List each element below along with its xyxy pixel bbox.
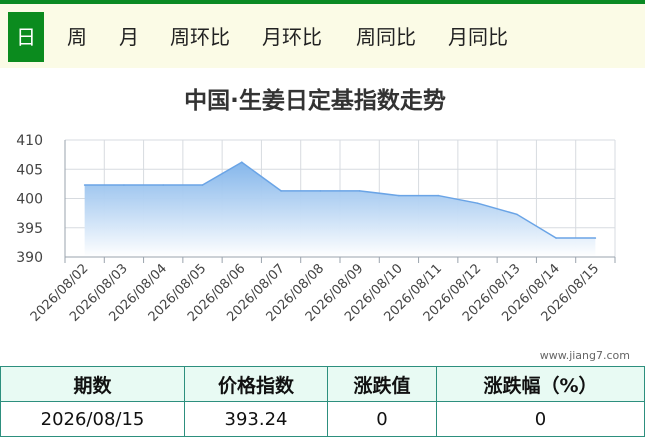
header-price-index: 价格指数 <box>184 366 328 402</box>
cell-change-percent: 0 <box>436 401 645 437</box>
cell-change-value: 0 <box>327 401 437 437</box>
data-point <box>240 161 243 164</box>
data-point <box>319 190 322 192</box>
summary-table: 期数 价格指数 涨跌值 涨跌幅（%） 2026/08/15 393.24 0 0 <box>0 366 645 437</box>
cell-period: 2026/08/15 <box>0 401 185 437</box>
data-point <box>515 213 518 216</box>
data-point <box>437 194 440 197</box>
data-point <box>594 237 597 239</box>
cell-price-index: 393.24 <box>184 401 328 437</box>
chart-title: 中国·生姜日定基指数走势 <box>184 87 446 114</box>
period-tab-bar: 日 周 月 周环比 月环比 周同比 月同比 <box>0 4 645 68</box>
tab-week[interactable]: 周 <box>60 12 94 62</box>
data-point <box>358 190 361 192</box>
tab-month-year-over-year[interactable]: 月同比 <box>440 12 516 62</box>
header-period: 期数 <box>0 366 185 402</box>
watermark: www.jiang7.com <box>540 349 630 362</box>
data-point <box>123 184 125 186</box>
tab-month[interactable]: 月 <box>112 12 146 62</box>
y-tick-label: 390 <box>16 250 43 266</box>
header-change-value: 涨跌值 <box>327 366 437 402</box>
tab-month-over-month[interactable]: 月环比 <box>254 12 330 62</box>
table-row: 2026/08/15 393.24 0 0 <box>0 401 645 437</box>
data-point <box>280 190 282 192</box>
tab-day[interactable]: 日 <box>8 12 44 62</box>
data-point <box>201 184 204 186</box>
data-point <box>398 194 400 197</box>
data-point <box>83 184 86 186</box>
data-point <box>162 184 165 186</box>
tab-week-over-week[interactable]: 周环比 <box>162 12 238 62</box>
header-change-percent: 涨跌幅（%） <box>436 366 645 402</box>
data-point <box>555 237 557 239</box>
data-point <box>476 202 479 204</box>
chart-area: 中国·生姜日定基指数走势 390 395 400 405 410 2026/08/02 2… <box>0 70 645 365</box>
table-header-row: 期数 价格指数 涨跌值 涨跌幅（%） <box>0 366 645 402</box>
tab-week-year-over-year[interactable]: 周同比 <box>348 12 424 62</box>
y-tick-label: 395 <box>16 221 43 237</box>
y-tick-label: 400 <box>16 192 43 208</box>
index-chart: 中国·生姜日定基指数走势 390395400405410 2026/08/022… <box>16 87 630 362</box>
y-tick-label: 410 <box>16 133 43 149</box>
y-tick-label: 405 <box>16 162 43 178</box>
